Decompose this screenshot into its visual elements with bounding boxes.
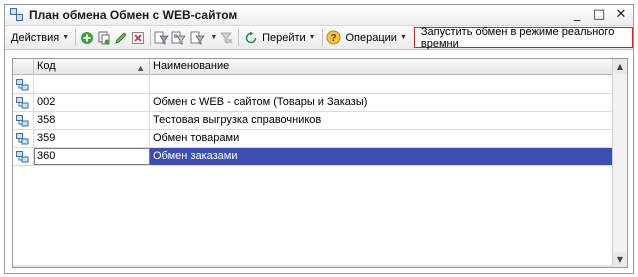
table-row[interactable]: 002 Обмен с WEB - сайтом (Товары и Заказы…	[13, 94, 613, 112]
column-header-name[interactable]: Наименование	[150, 59, 613, 75]
column-header-icon[interactable]	[13, 59, 34, 75]
exchange-plan-window: План обмена Обмен с WEB-сайтом _ □ ✕ Дей…	[4, 4, 634, 274]
row-code-cell: 002	[34, 94, 150, 111]
row-name-cell: Обмен заказами	[150, 148, 613, 165]
table-row[interactable]: 360 Обмен заказами	[13, 148, 613, 166]
exchange-node-icon	[16, 132, 29, 144]
chevron-down-icon: ▼	[210, 34, 218, 41]
scroll-up-icon[interactable]: ▲	[613, 59, 627, 74]
sort-ascending-icon: ▲	[136, 63, 145, 73]
goto-menu[interactable]: Перейти ▼	[259, 28, 319, 48]
help-icon-glyph: ?	[331, 33, 337, 44]
toolbar: Действия ▼ ▼ Перейти ▼ ? Операции ▼ Запу…	[5, 25, 633, 50]
filter-icon[interactable]	[154, 29, 170, 46]
copy-icon[interactable]	[97, 29, 112, 46]
scroll-down-icon[interactable]: ▼	[613, 252, 627, 267]
chevron-down-icon: ▼	[399, 34, 407, 41]
title-bar: План обмена Обмен с WEB-сайтом _ □ ✕	[5, 5, 633, 25]
maximize-button[interactable]: □	[593, 7, 605, 22]
exchange-node-icon	[16, 78, 29, 90]
filter-history-icon	[189, 29, 206, 46]
row-name-cell	[150, 76, 613, 93]
row-icon-cell	[13, 94, 34, 111]
horizontal-scroll-strip	[13, 265, 613, 267]
actions-menu-label: Действия	[11, 31, 60, 44]
operations-menu[interactable]: Операции ▼	[342, 28, 409, 48]
exchange-plan-icon	[10, 8, 24, 22]
table-header: Код ▲ Наименование	[13, 59, 613, 75]
exchange-node-icon	[16, 114, 29, 126]
toolbar-separator	[75, 29, 77, 46]
row-icon-cell	[13, 130, 34, 147]
actions-menu[interactable]: Действия ▼	[8, 28, 72, 48]
row-code-cell: 360	[34, 148, 150, 165]
filter-by-value-icon[interactable]	[171, 29, 187, 46]
add-icon[interactable]	[80, 29, 95, 46]
delete-icon[interactable]	[131, 29, 146, 46]
table-row[interactable]	[13, 76, 613, 94]
toolbar-separator	[321, 29, 323, 46]
row-code-cell: 359	[34, 130, 150, 147]
table-row[interactable]: 358 Тестовая выгрузка справочников	[13, 112, 613, 130]
toolbar-separator	[238, 29, 240, 46]
vertical-scrollbar[interactable]: ▲ ▼	[612, 59, 627, 267]
row-name-cell: Тестовая выгрузка справочников	[153, 114, 322, 126]
exchange-node-icon	[16, 150, 29, 162]
exchange-node-icon	[16, 96, 29, 108]
toolbar-separator	[149, 29, 151, 46]
close-button[interactable]: ✕	[615, 7, 627, 22]
row-code-cell: 358	[34, 112, 150, 129]
row-icon-cell	[13, 112, 34, 129]
minimize-button[interactable]: _	[571, 7, 583, 22]
table-row[interactable]: 359 Обмен товарами	[13, 130, 613, 148]
help-icon[interactable]: ?	[326, 29, 341, 46]
window-title: План обмена Обмен с WEB-сайтом	[29, 8, 238, 22]
column-header-code[interactable]: Код ▲	[34, 59, 150, 75]
row-name-cell: Обмен товарами	[153, 132, 240, 144]
start-realtime-exchange-button[interactable]: Запустить обмен в режиме реального времн…	[413, 25, 633, 50]
row-name-cell: Обмен с WEB - сайтом (Товары и Заказы)	[153, 96, 368, 108]
exchange-nodes-table: Код ▲ Наименование 002 Обмен с WEB - сайт…	[12, 58, 628, 268]
clear-filter-icon[interactable]	[219, 29, 234, 46]
row-icon-cell	[13, 148, 34, 165]
row-icon-cell	[13, 76, 34, 93]
operations-menu-label: Операции	[345, 31, 397, 44]
row-code-cell	[34, 76, 150, 93]
chevron-down-icon: ▼	[308, 34, 316, 41]
edit-icon[interactable]	[114, 29, 129, 46]
start-realtime-exchange-label: Запустить обмен в режиме реального времн…	[420, 25, 615, 50]
refresh-icon[interactable]	[243, 29, 258, 46]
chevron-down-icon: ▼	[62, 34, 70, 41]
goto-menu-label: Перейти	[262, 31, 306, 44]
filter-history-dropdown[interactable]: ▼	[187, 28, 218, 48]
column-header-code-label: Код	[37, 60, 56, 72]
